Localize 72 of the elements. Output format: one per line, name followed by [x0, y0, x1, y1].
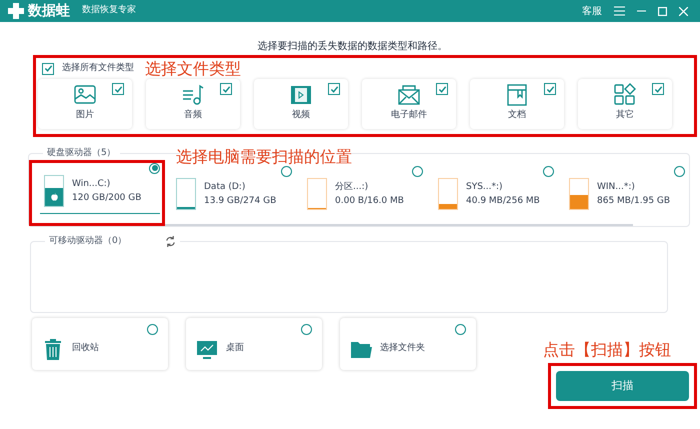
- file-type-label: 图片: [76, 109, 94, 122]
- drive-usage-bar: [438, 178, 458, 210]
- file-type-label: 视频: [292, 109, 310, 122]
- panel-title: 可移动驱动器（0）: [49, 235, 127, 248]
- checkbox[interactable]: [112, 83, 124, 95]
- scan-button[interactable]: 扫描: [556, 371, 689, 401]
- instruction-text: 选择要扫描的丢失数据的数据类型和路径。: [256, 40, 448, 54]
- file-type-label: 文档: [508, 109, 526, 122]
- file-type-label: 音频: [184, 109, 202, 122]
- file-type-card[interactable]: 其它: [578, 79, 672, 129]
- annotation-text: 选择电脑需要扫描的位置: [176, 148, 352, 166]
- maximize-icon[interactable]: [658, 6, 667, 16]
- music-note-icon: [181, 83, 205, 107]
- checkbox[interactable]: [652, 83, 664, 95]
- drive-usage-bar: [176, 178, 196, 210]
- radio-button[interactable]: [674, 166, 685, 176]
- checkbox[interactable]: [436, 83, 448, 95]
- radio-button[interactable]: [455, 324, 466, 335]
- location-label: 选择文件夹: [380, 342, 425, 356]
- drive-usage: 120 GB/200 GB: [72, 192, 142, 204]
- drive-name: WIN...*:): [597, 180, 636, 194]
- app-logo-text: 数据蛙: [28, 2, 70, 20]
- film-icon: [289, 83, 313, 107]
- envelope-icon: [397, 83, 421, 107]
- file-type-card[interactable]: 图片: [38, 79, 132, 129]
- drive-usage-bar: [307, 178, 327, 210]
- drive-usage: 0.00 B/16.0 MB: [335, 194, 404, 208]
- checkbox[interactable]: [42, 62, 54, 74]
- file-type-card[interactable]: 音频: [146, 79, 240, 129]
- monitor-icon: [196, 338, 218, 360]
- drive-name: 分区...:): [335, 180, 370, 194]
- location-card[interactable]: 回收站: [32, 318, 168, 370]
- file-type-label: 电子邮件: [391, 109, 427, 122]
- radio-button[interactable]: [301, 324, 312, 335]
- radio-button[interactable]: [149, 162, 160, 174]
- radio-button[interactable]: [147, 324, 158, 335]
- annotation-text: 点击【扫描】按钮: [543, 340, 671, 360]
- drive-usage: 865 MB/1.95 GB: [597, 194, 670, 208]
- checkbox[interactable]: [328, 83, 340, 95]
- select-all-label: 选择所有文件类型: [62, 62, 134, 75]
- radio-button[interactable]: [281, 166, 292, 176]
- file-type-card[interactable]: 视频: [254, 79, 348, 129]
- file-type-label: 其它: [616, 109, 634, 122]
- annotation-text: 选择文件类型: [145, 60, 241, 78]
- location-card[interactable]: 选择文件夹: [340, 318, 476, 370]
- radio-button[interactable]: [412, 166, 423, 176]
- location-label: 桌面: [226, 342, 244, 356]
- drive-usage-bar: [569, 178, 589, 210]
- drive-name: SYS...*:): [466, 180, 504, 194]
- location-card[interactable]: 桌面: [186, 318, 322, 370]
- radio-button[interactable]: [543, 166, 554, 176]
- checkbox[interactable]: [220, 83, 232, 95]
- refresh-icon[interactable]: [164, 236, 176, 248]
- apple-icon: [51, 192, 58, 200]
- drive-usage: 13.9 GB/274 GB: [204, 194, 276, 208]
- close-icon[interactable]: [679, 6, 688, 16]
- drive-name: Win...C:): [72, 178, 112, 190]
- file-type-card[interactable]: 电子邮件: [362, 79, 456, 129]
- checkbox[interactable]: [544, 83, 556, 95]
- app-tagline: 数据恢复专家: [82, 4, 136, 18]
- trash-icon: [42, 338, 64, 360]
- menu-icon[interactable]: [614, 6, 625, 16]
- support-button[interactable]: 客服: [582, 4, 602, 18]
- cross-logo-icon: [8, 3, 24, 19]
- location-label: 回收站: [72, 342, 99, 356]
- panel-title: 硬盘驱动器（5）: [46, 147, 117, 160]
- drive-usage: 40.9 MB/256 MB: [466, 194, 540, 208]
- grid-icon: [613, 83, 637, 107]
- drive-name: Data (D:): [204, 180, 246, 194]
- document-icon: [505, 83, 529, 107]
- minimize-icon[interactable]: [637, 10, 646, 12]
- file-type-card[interactable]: 文档: [470, 79, 564, 129]
